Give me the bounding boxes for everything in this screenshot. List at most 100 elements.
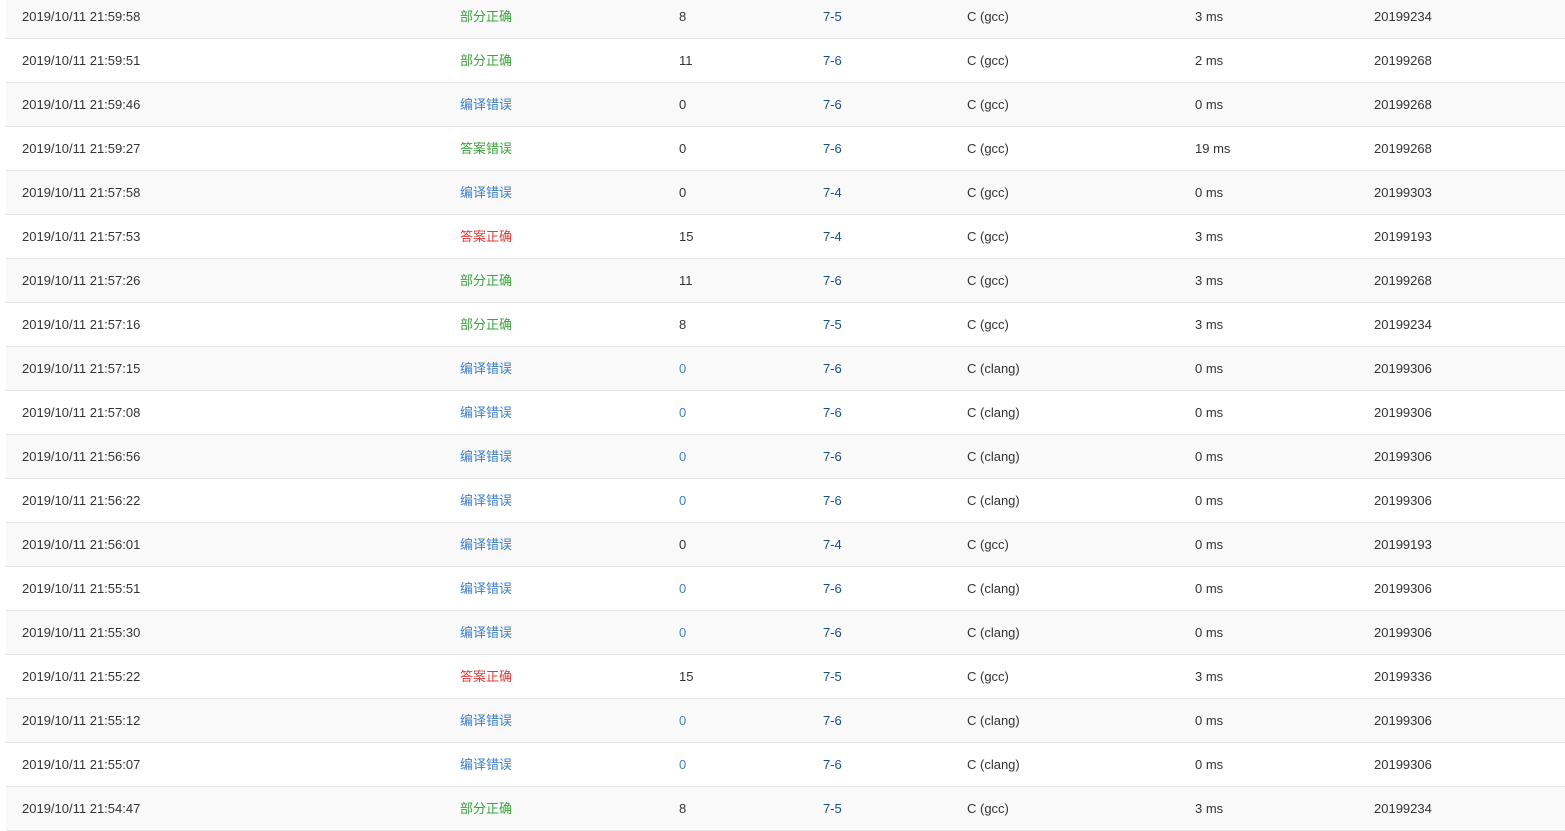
compiler: C (gcc) [967,53,1009,68]
problem-link[interactable]: 7-6 [823,127,842,170]
compiler: C (gcc) [967,9,1009,24]
submit-time: 2019/10/11 21:56:22 [22,493,141,508]
problem-link[interactable]: 7-5 [823,0,842,38]
problem-link[interactable]: 7-4 [823,523,842,566]
table-row: 2019/10/11 21:56:56 编译错误 0 7-6 C (clang) 0 ms… [6,435,1565,479]
compiler: C (clang) [967,581,1020,596]
compiler: C (gcc) [967,141,1009,156]
table-row: 2019/10/11 21:57:16 部分正确 8 7-5 C (gcc) 3 ms 20… [6,303,1565,347]
time-used: 0 ms [1195,581,1224,596]
submit-time: 2019/10/11 21:59:27 [22,141,141,156]
score[interactable]: 0 [679,567,686,610]
problem-link[interactable]: 7-6 [823,347,842,390]
status-link[interactable]: 编译错误 [460,435,512,478]
status-link[interactable]: 编译错误 [460,391,512,434]
status-link[interactable]: 部分正确 [460,303,512,346]
status-link[interactable]: 部分正确 [460,259,512,302]
score: 15 [679,229,694,244]
user-id: 20199306 [1374,405,1432,420]
problem-link[interactable]: 7-6 [823,567,842,610]
score[interactable]: 0 [679,743,686,786]
problem-link[interactable]: 7-6 [823,435,842,478]
compiler: C (gcc) [967,669,1009,684]
problem-link[interactable]: 7-6 [823,479,842,522]
compiler: C (clang) [967,405,1020,420]
problem-link[interactable]: 7-6 [823,259,842,302]
status-link[interactable]: 编译错误 [460,523,512,566]
table-row: 2019/10/11 21:56:01 编译错误 0 7-4 C (gcc) 0 ms 20… [6,523,1565,567]
score[interactable]: 0 [679,391,686,434]
problem-link[interactable]: 7-6 [823,391,842,434]
status-link[interactable]: 部分正确 [460,0,512,38]
problem-link[interactable]: 7-6 [823,83,842,126]
problem-link[interactable]: 7-5 [823,303,842,346]
submit-time: 2019/10/11 21:55:30 [22,625,141,640]
submit-time: 2019/10/11 21:55:51 [22,581,141,596]
time-used: 0 ms [1195,757,1224,772]
submit-time: 2019/10/11 21:55:12 [22,713,141,728]
compiler: C (gcc) [967,97,1009,112]
status-link[interactable]: 编译错误 [460,171,512,214]
user-id: 20199234 [1374,9,1432,24]
compiler: C (clang) [967,449,1020,464]
table-row: 2019/10/11 21:59:27 答案错误 0 7-6 C (gcc) 19 ms 2… [6,127,1565,171]
score[interactable]: 0 [679,479,686,522]
status-link[interactable]: 编译错误 [460,567,512,610]
problem-link[interactable]: 7-6 [823,611,842,654]
user-id: 20199234 [1374,801,1432,816]
table-row: 2019/10/11 21:57:53 答案正确 15 7-4 C (gcc) 3 ms 2… [6,215,1565,259]
problem-link[interactable]: 7-4 [823,215,842,258]
status-link[interactable]: 答案错误 [460,127,512,170]
table-row: 2019/10/11 21:54:47 部分正确 8 7-5 C (gcc) 3 ms 20… [6,787,1565,831]
submit-time: 2019/10/11 21:57:16 [22,317,141,332]
problem-link[interactable]: 7-6 [823,743,842,786]
score[interactable]: 0 [679,699,686,742]
compiler: C (clang) [967,713,1020,728]
score[interactable]: 0 [679,435,686,478]
table-row: 2019/10/11 21:57:26 部分正确 11 7-6 C (gcc) 3 ms 2… [6,259,1565,303]
score: 0 [679,97,687,112]
status-link[interactable]: 编译错误 [460,699,512,742]
status-link[interactable]: 答案正确 [460,215,512,258]
score[interactable]: 0 [679,347,686,390]
user-id: 20199268 [1374,97,1432,112]
time-used: 3 ms [1195,9,1224,24]
time-used: 0 ms [1195,537,1224,552]
problem-link[interactable]: 7-5 [823,787,842,830]
status-link[interactable]: 答案正确 [460,655,512,698]
status-link[interactable]: 编译错误 [460,743,512,786]
time-used: 3 ms [1195,229,1224,244]
score[interactable]: 0 [679,611,686,654]
problem-link[interactable]: 7-6 [823,699,842,742]
submit-time: 2019/10/11 21:59:51 [22,53,141,68]
time-used: 0 ms [1195,405,1224,420]
submit-time: 2019/10/11 21:54:47 [22,801,141,816]
user-id: 20199193 [1374,229,1432,244]
table-row: 2019/10/11 21:55:30 编译错误 0 7-6 C (clang) 0 ms… [6,611,1565,655]
status-link[interactable]: 编译错误 [460,347,512,390]
status-link[interactable]: 编译错误 [460,83,512,126]
problem-link[interactable]: 7-6 [823,39,842,82]
time-used: 0 ms [1195,625,1224,640]
table-row: 2019/10/11 21:56:22 编译错误 0 7-6 C (clang) 0 ms… [6,479,1565,523]
time-used: 3 ms [1195,273,1224,288]
compiler: C (clang) [967,493,1020,508]
status-link[interactable]: 编译错误 [460,611,512,654]
time-used: 0 ms [1195,185,1224,200]
compiler: C (gcc) [967,317,1009,332]
submit-time: 2019/10/11 21:57:53 [22,229,141,244]
time-used: 0 ms [1195,97,1224,112]
problem-link[interactable]: 7-4 [823,171,842,214]
submit-time: 2019/10/11 21:55:22 [22,669,141,684]
submit-time: 2019/10/11 21:56:56 [22,449,141,464]
compiler: C (gcc) [967,273,1009,288]
status-link[interactable]: 部分正确 [460,39,512,82]
score: 0 [679,141,687,156]
time-used: 0 ms [1195,493,1224,508]
status-link[interactable]: 编译错误 [460,479,512,522]
submissions-table: 2019/10/11 21:59:58 部分正确 8 7-5 C (gcc) 3 ms 20… [6,0,1565,831]
problem-link[interactable]: 7-5 [823,655,842,698]
status-link[interactable]: 部分正确 [460,787,512,830]
user-id: 20199234 [1374,317,1432,332]
score: 8 [679,9,687,24]
